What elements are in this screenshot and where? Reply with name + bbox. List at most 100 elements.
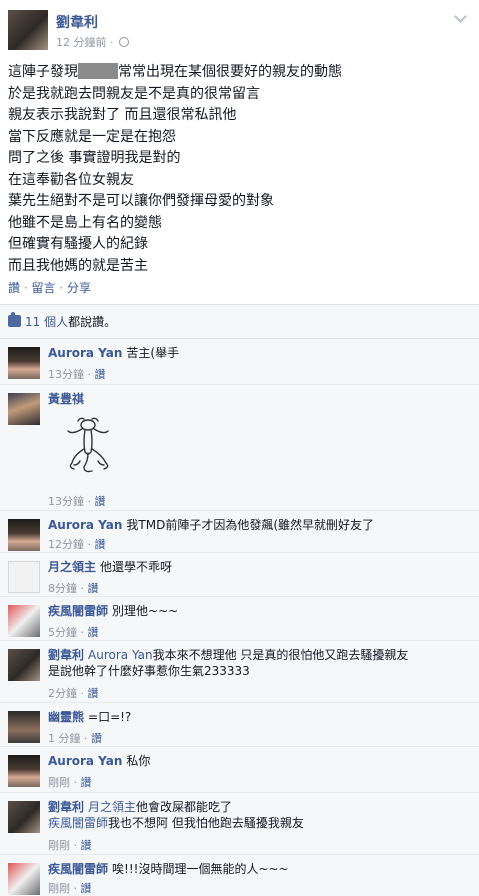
post-line: 問了之後 事實證明我是對的 bbox=[8, 150, 181, 166]
comment-like-link[interactable]: 讚 bbox=[95, 368, 106, 381]
comment-time[interactable]: 2分鐘 bbox=[48, 687, 77, 700]
comment: 月之領主 他還學不乖呀 8分鐘 · 讚 bbox=[0, 553, 479, 597]
post-actions: 讚 · 留言 · 分享 bbox=[8, 279, 91, 296]
comment-time[interactable]: 13分鐘 bbox=[48, 495, 84, 508]
commenter-avatar[interactable] bbox=[8, 519, 40, 551]
comment-like-link[interactable]: 讚 bbox=[95, 495, 106, 508]
comment-body: 別理他~~~ bbox=[112, 604, 179, 618]
author-avatar[interactable] bbox=[8, 10, 48, 50]
post-timestamp[interactable]: 12 分鐘前 bbox=[56, 36, 107, 49]
comment: 劉韋利 Aurora Yan我本來不想理他 只是真的很怕他又跑去騷擾親友 是說他幹了… bbox=[0, 641, 479, 703]
commenter-avatar[interactable] bbox=[8, 755, 40, 787]
commenter-avatar[interactable] bbox=[8, 711, 40, 743]
likes-suffix: 都說讚。 bbox=[68, 315, 117, 329]
sticker-image bbox=[67, 417, 109, 473]
comment-time[interactable]: 5分鐘 bbox=[48, 626, 77, 639]
commenter-name[interactable]: 幽靈熊 bbox=[48, 710, 84, 724]
commenter-avatar[interactable] bbox=[8, 801, 40, 833]
post-author-name[interactable]: 劉韋利 bbox=[56, 12, 98, 32]
post-line-text: 常常出現在某個很要好的親友的動態 bbox=[118, 64, 342, 80]
comment-text: 月之領主 他還學不乖呀 bbox=[48, 559, 468, 575]
post-meta: 12 分鐘前 · bbox=[56, 34, 129, 50]
post-body: 這陣子發現 常常出現在某個很要好的親友的動態 於是我就跑去問親友是不是真的很常留言… bbox=[8, 62, 472, 277]
like-link[interactable]: 讚 bbox=[8, 281, 20, 295]
commenter-avatar[interactable] bbox=[8, 347, 40, 379]
commenter-name[interactable]: 疾風闇雷師 bbox=[48, 862, 108, 876]
comment-meta: 5分鐘 · 讚 bbox=[48, 626, 99, 639]
commenter-avatar[interactable] bbox=[8, 393, 40, 425]
comment: Aurora Yan 私你 剛剛 · 讚 bbox=[0, 747, 479, 793]
comment-body: 他還學不乖呀 bbox=[100, 560, 173, 574]
comment-text: Aurora Yan 苦主(舉手 bbox=[48, 345, 468, 361]
comment: 疾風闇雷師 唉!!!沒時間理一個無能的人~~~ 剛剛 · 讚 bbox=[0, 855, 479, 896]
comment: 疾風闇雷師 別理他~~~ 5分鐘 · 讚 bbox=[0, 597, 479, 641]
post-line: 但確實有騷擾人的紀錄 bbox=[8, 236, 148, 252]
share-link[interactable]: 分享 bbox=[67, 281, 91, 295]
comment-meta: 8分鐘 · 讚 bbox=[48, 582, 99, 595]
commenter-name[interactable]: 劉韋利 bbox=[48, 648, 84, 662]
likes-count-link[interactable]: 11 個人 bbox=[25, 315, 68, 329]
comment-time[interactable]: 剛剛 bbox=[48, 776, 70, 789]
post-line: 親友表示我說對了 而且還很常私訊他 bbox=[8, 107, 237, 123]
comment-like-link[interactable]: 讚 bbox=[81, 776, 92, 789]
comment-like-link[interactable]: 讚 bbox=[88, 582, 99, 595]
likes-bar: 11 個人都說讚。 bbox=[0, 305, 479, 339]
comment-like-link[interactable]: 讚 bbox=[91, 732, 102, 745]
comment-time[interactable]: 剛剛 bbox=[48, 839, 70, 852]
comment-time[interactable]: 12分鐘 bbox=[48, 538, 84, 551]
redacted-name-block bbox=[78, 63, 118, 79]
comment-body: 私你 bbox=[126, 754, 151, 768]
post-line: 葉先生絕對不是可以讓你們發揮母愛的對象 bbox=[8, 193, 274, 209]
comment-time[interactable]: 13分鐘 bbox=[48, 368, 84, 381]
comment-meta: 剛剛 · 讚 bbox=[48, 882, 92, 895]
feedback-section: 11 個人都說讚。 Aurora Yan 苦主(舉手 13分鐘 · 讚 黃豊祺 bbox=[0, 304, 479, 896]
comment-time[interactable]: 1 分鐘 bbox=[48, 732, 81, 745]
comment-body-line2: 我也不想阿 但我怕他跑去騷擾我親友 bbox=[108, 816, 304, 830]
commenter-name[interactable]: 疾風闇雷師 bbox=[48, 604, 108, 618]
comment: 劉韋利 月之領主他會改屎都能吃了疾風闇雷師我也不想阿 但我怕他跑去騷擾我親友 剛剛… bbox=[0, 793, 479, 855]
commenter-name[interactable]: 黃豊祺 bbox=[48, 392, 84, 406]
globe-icon[interactable] bbox=[119, 37, 129, 47]
comment-time[interactable]: 剛剛 bbox=[48, 882, 70, 895]
post-line: 而且我他媽的就是苦主 bbox=[8, 257, 148, 274]
comment-body: =口=!? bbox=[88, 710, 132, 724]
comment-text: 劉韋利 Aurora Yan我本來不想理他 只是真的很怕他又跑去騷擾親友 是說他幹了… bbox=[48, 647, 468, 679]
commenter-avatar[interactable] bbox=[8, 649, 40, 681]
comment-like-link[interactable]: 讚 bbox=[88, 626, 99, 639]
mention-link[interactable]: Aurora Yan bbox=[88, 648, 153, 662]
commenter-name[interactable]: 劉韋利 bbox=[48, 800, 84, 814]
mention-link[interactable]: 月之領主 bbox=[88, 800, 136, 814]
post-line: 他雖不是島上有名的變態 bbox=[8, 214, 162, 231]
commenter-name[interactable]: Aurora Yan bbox=[48, 754, 122, 768]
commenter-avatar[interactable] bbox=[8, 561, 40, 593]
comment-link[interactable]: 留言 bbox=[32, 281, 56, 295]
post-line: 這陣子發現 常常出現在某個很要好的親友的動態 bbox=[8, 62, 472, 84]
comment-text: Aurora Yan 私你 bbox=[48, 753, 468, 769]
comment-meta: 剛剛 · 讚 bbox=[48, 776, 92, 789]
comment-text: Aurora Yan 我TMD前陣子才因為他發飆(雖然早就刪好友了 bbox=[48, 517, 468, 533]
comment-time[interactable]: 8分鐘 bbox=[48, 582, 77, 595]
comment-text: 疾風闇雷師 別理他~~~ bbox=[48, 603, 468, 619]
commenter-name[interactable]: Aurora Yan bbox=[48, 346, 122, 360]
commenter-avatar[interactable] bbox=[8, 863, 40, 895]
post-line-text: 這陣子發現 bbox=[8, 64, 78, 80]
comment-like-link[interactable]: 讚 bbox=[81, 839, 92, 852]
comment-body: 他會改屎都能吃了 bbox=[136, 800, 233, 814]
comment-meta: 剛剛 · 讚 bbox=[48, 839, 92, 852]
comment-text: 幽靈熊 =口=!? bbox=[48, 709, 468, 725]
mention-link[interactable]: 疾風闇雷師 bbox=[48, 816, 108, 830]
commenter-name[interactable]: 月之領主 bbox=[48, 560, 96, 574]
comment-like-link[interactable]: 讚 bbox=[88, 687, 99, 700]
comment-meta: 1 分鐘 · 讚 bbox=[48, 732, 102, 745]
commenter-avatar[interactable] bbox=[8, 605, 40, 637]
chevron-down-icon[interactable] bbox=[455, 12, 467, 24]
commenter-name[interactable]: Aurora Yan bbox=[48, 518, 122, 532]
comment-like-link[interactable]: 讚 bbox=[81, 882, 92, 895]
comment-like-link[interactable]: 讚 bbox=[95, 538, 106, 551]
comment-meta: 13分鐘 · 讚 bbox=[48, 368, 106, 381]
comment: 幽靈熊 =口=!? 1 分鐘 · 讚 bbox=[0, 703, 479, 747]
comment-body: 唉!!!沒時間理一個無能的人~~~ bbox=[112, 862, 289, 876]
comment-text: 劉韋利 月之領主他會改屎都能吃了疾風闇雷師我也不想阿 但我怕他跑去騷擾我親友 bbox=[48, 799, 468, 831]
comment-body: 我TMD前陣子才因為他發飆(雖然早就刪好友了 bbox=[126, 518, 375, 532]
post-line: 在這奉勸各位女親友 bbox=[8, 171, 134, 188]
